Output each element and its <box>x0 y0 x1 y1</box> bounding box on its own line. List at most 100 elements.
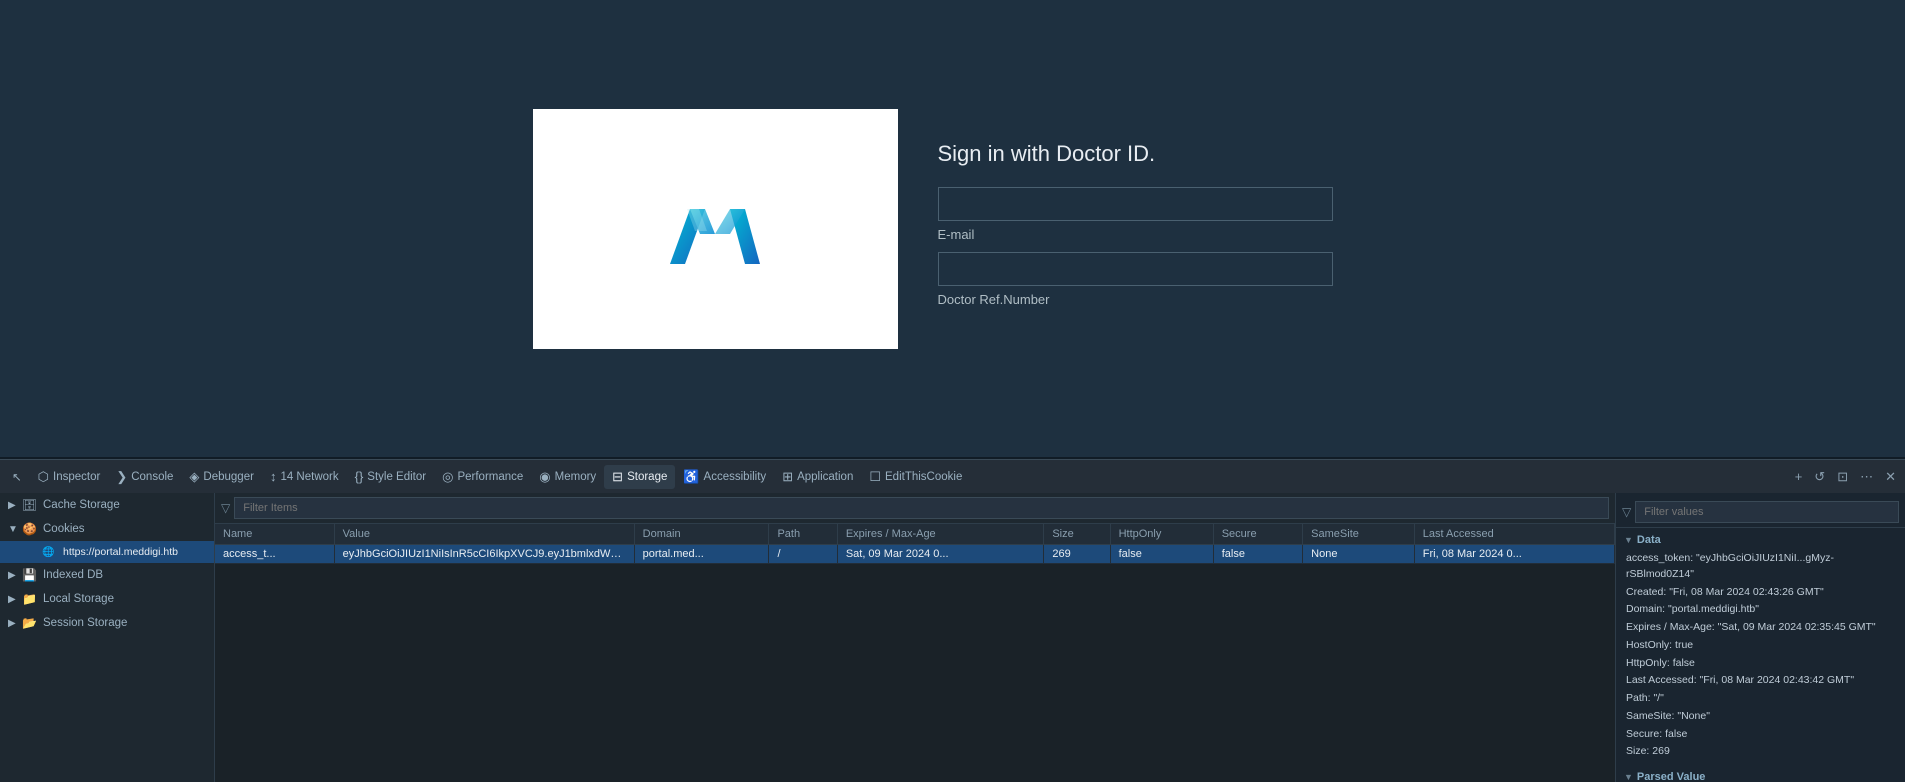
detail-key-2: Domain: <box>1626 603 1665 615</box>
login-form-panel: Sign in with Doctor ID. E-mail Doctor Re… <box>898 109 1373 349</box>
email-input[interactable] <box>938 187 1333 221</box>
detail-domain: Domain: "portal.meddigi.htb" <box>1624 601 1897 619</box>
cell-name: access_t... <box>215 545 334 564</box>
tab-storage[interactable]: ⊟ Storage <box>604 465 675 489</box>
detail-key-5: HttpOnly: <box>1626 657 1670 669</box>
table-row[interactable]: access_t... eyJhbGciOiJIUzI1NiIsInR5cCI6… <box>215 545 1615 564</box>
tab-application[interactable]: ⊞ Application <box>774 465 861 489</box>
dock-button[interactable]: ⊡ <box>1832 466 1853 488</box>
sidebar-item-cache-storage[interactable]: ▶ 🗄 Cache Storage <box>0 493 214 517</box>
cell-size: 269 <box>1044 545 1110 564</box>
col-expires: Expires / Max-Age <box>837 524 1044 545</box>
memory-icon: ◉ <box>539 469 550 485</box>
tab-network[interactable]: ↕ 14 Network <box>262 465 347 488</box>
detail-val-1: "Fri, 08 Mar 2024 02:43:26 GMT" <box>1669 586 1824 598</box>
sidebar-item-session-storage[interactable]: ▶ 📂 Session Storage <box>0 611 214 635</box>
detail-created: Created: "Fri, 08 Mar 2024 02:43:26 GMT" <box>1624 584 1897 602</box>
tab-console-label: Console <box>131 471 173 483</box>
filter-items-input[interactable] <box>234 497 1609 519</box>
cache-storage-expand-icon: ▶ <box>8 500 22 511</box>
detail-val-6: "Fri, 08 Mar 2024 02:43:42 GMT" <box>1700 674 1855 686</box>
devtools-pointer-button[interactable]: ↖ <box>4 466 30 488</box>
doctor-ref-input[interactable] <box>938 252 1333 286</box>
col-value: Value <box>334 524 634 545</box>
doctor-ref-label: Doctor Ref.Number <box>938 292 1333 307</box>
login-title: Sign in with Doctor ID. <box>938 141 1333 167</box>
local-storage-label: Local Storage <box>43 593 206 605</box>
performance-icon: ◎ <box>442 469 453 485</box>
cookies-folder-icon: 🍪 <box>22 522 38 536</box>
detail-path: Path: "/" <box>1624 690 1897 708</box>
storage-sidebar: ▶ 🗄 Cache Storage ▼ 🍪 Cookies 🌐 https://… <box>0 493 215 782</box>
tab-performance[interactable]: ◎ Performance <box>434 465 531 489</box>
cookie-table: Name Value Domain Path Expires / Max-Age… <box>215 524 1615 782</box>
devtools-panel: ↖ ⬡ Inspector ❯ Console ◈ Debugger ↕ 14 … <box>0 457 1905 782</box>
pointer-icon: ↖ <box>12 470 22 484</box>
details-filter-icon: ▽ <box>1622 505 1631 519</box>
tab-accessibility[interactable]: ♿ Accessibility <box>675 465 774 489</box>
cache-storage-label: Cache Storage <box>43 499 206 511</box>
tab-memory-label: Memory <box>555 471 597 483</box>
cookies-expand-icon: ▼ <box>8 524 22 535</box>
detail-key-3: Expires / Max-Age: <box>1626 621 1715 633</box>
col-size: Size <box>1044 524 1110 545</box>
col-last-accessed: Last Accessed <box>1414 524 1614 545</box>
tab-application-label: Application <box>797 471 853 483</box>
login-logo-card <box>533 109 898 349</box>
tab-memory[interactable]: ◉ Memory <box>531 465 604 489</box>
data-section-toggle[interactable] <box>1624 535 1633 545</box>
col-httponly: HttpOnly <box>1110 524 1213 545</box>
tab-inspector[interactable]: ⬡ Inspector <box>30 465 109 489</box>
add-button[interactable]: + <box>1790 466 1808 487</box>
session-storage-label: Session Storage <box>43 617 206 629</box>
detail-size: Size: 269 <box>1624 743 1897 761</box>
detail-val-5: false <box>1673 657 1695 669</box>
cookie-filter-bar: ▽ <box>215 493 1615 524</box>
tab-inspector-label: Inspector <box>53 471 100 483</box>
sidebar-item-indexed-db[interactable]: ▶ 💾 Indexed DB <box>0 563 214 587</box>
detail-access-token: access_token: "eyJhbGciOiJIUzI1NiI...gMy… <box>1624 550 1897 584</box>
detail-key-0: access_token: <box>1626 552 1693 564</box>
tab-editthiscookie[interactable]: ☐ EditThisCookie <box>861 465 970 489</box>
tab-performance-label: Performance <box>457 471 523 483</box>
parsed-value-label: Parsed Value <box>1637 771 1706 782</box>
details-panel: ▽ Data access_token: "eyJhbGciOiJIUzI1Ni… <box>1615 493 1905 782</box>
col-path: Path <box>769 524 837 545</box>
tab-style-editor[interactable]: {} Style Editor <box>347 465 435 488</box>
indexed-db-expand-icon: ▶ <box>8 570 22 581</box>
filter-icon: ▽ <box>221 501 230 515</box>
indexed-db-label: Indexed DB <box>43 569 206 581</box>
detail-secure: Secure: false <box>1624 726 1897 744</box>
tab-console[interactable]: ❯ Console <box>108 465 181 489</box>
cache-storage-folder-icon: 🗄 <box>22 498 38 512</box>
sidebar-item-cookies-portal[interactable]: 🌐 https://portal.meddigi.htb <box>0 541 214 563</box>
detail-key-4: HostOnly: <box>1626 639 1672 651</box>
detail-val-8: "None" <box>1677 710 1710 722</box>
email-label: E-mail <box>938 227 1333 242</box>
tab-storage-label: Storage <box>627 471 667 483</box>
cell-last-accessed: Fri, 08 Mar 2024 0... <box>1414 545 1614 564</box>
detail-key-8: SameSite: <box>1626 710 1674 722</box>
col-secure: Secure <box>1213 524 1302 545</box>
tab-debugger[interactable]: ◈ Debugger <box>181 465 262 489</box>
inspector-icon: ⬡ <box>38 469 49 485</box>
tab-debugger-label: Debugger <box>203 471 254 483</box>
more-button[interactable]: ⋯ <box>1855 466 1878 488</box>
detail-hostonly: HostOnly: true <box>1624 637 1897 655</box>
cell-value: eyJhbGciOiJIUzI1NiIsInR5cCI6IkpXVCJ9.eyJ… <box>334 545 634 564</box>
filter-values-input[interactable] <box>1635 501 1899 523</box>
close-button[interactable]: ✕ <box>1880 466 1901 488</box>
detail-val-9: false <box>1665 728 1687 740</box>
detail-samesite: SameSite: "None" <box>1624 708 1897 726</box>
col-domain: Domain <box>634 524 769 545</box>
detail-httponly: HttpOnly: false <box>1624 655 1897 673</box>
parsed-value-toggle[interactable] <box>1624 772 1633 782</box>
local-storage-expand-icon: ▶ <box>8 594 22 605</box>
refresh-button[interactable]: ↺ <box>1809 466 1830 488</box>
devtools-body: ▶ 🗄 Cache Storage ▼ 🍪 Cookies 🌐 https://… <box>0 493 1905 782</box>
sidebar-item-cookies[interactable]: ▼ 🍪 Cookies <box>0 517 214 541</box>
detail-key-1: Created: <box>1626 586 1666 598</box>
cookies-portal-label: https://portal.meddigi.htb <box>63 546 206 558</box>
sidebar-item-local-storage[interactable]: ▶ 📁 Local Storage <box>0 587 214 611</box>
detail-key-10: Size: <box>1626 745 1649 757</box>
